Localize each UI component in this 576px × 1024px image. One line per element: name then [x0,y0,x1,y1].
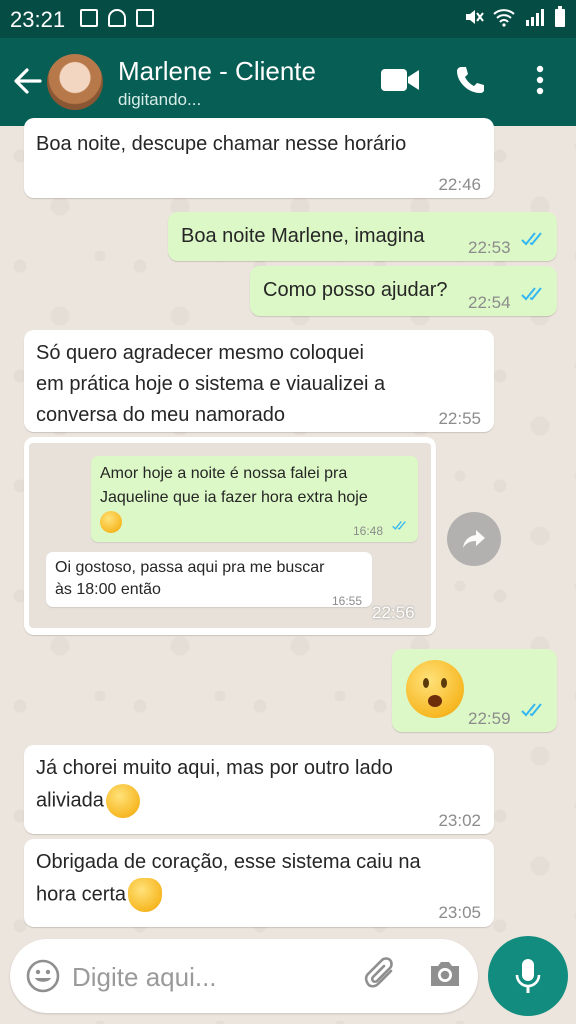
screenshot-text-line: Amor hoje a noite é nossa falei pra [100,465,348,482]
message-incoming[interactable]: Boa noite, descupe chamar nesse horário … [24,118,494,198]
status-bar: 23:21 [0,0,576,38]
message-text: Boa noite, descupe chamar nesse horário [36,133,407,155]
message-time: 22:56 [372,603,415,622]
message-text-line: Já chorei muito aqui, mas por outro lado [36,757,393,779]
screenshot-text-line: Oi gostoso, passa aqui pra me buscar [55,559,325,576]
read-ticks-icon [521,232,542,246]
microphone-icon [515,959,541,993]
gallery-notification-icon [80,9,98,27]
clapping-hands-emoji [128,878,163,912]
camera-icon[interactable] [428,959,462,989]
battery-icon [555,6,565,27]
contact-avatar[interactable] [47,54,103,110]
message-text-line: Obrigada de coração, esse sistema caiu n… [36,851,421,873]
message-text-line: aliviada [36,789,104,812]
chat-header: Marlene - Cliente digitando... [0,38,576,126]
read-ticks-icon [521,287,542,301]
message-time: 22:46 [438,175,481,194]
message-composer [10,939,478,1013]
emoji-icon[interactable] [26,959,60,993]
message-time: 22:59 [468,709,511,728]
message-outgoing[interactable]: 22:59 [392,649,557,732]
message-time: 22:55 [438,409,481,428]
screenshot-time: 16:55 [332,594,363,608]
drive-notification-icon [108,9,126,27]
contact-status: digitando... [118,90,202,109]
message-text-line: Só quero agradecer mesmo coloquei [36,342,364,364]
read-ticks-icon [521,703,542,717]
wifi-icon [493,9,515,27]
forward-icon [463,530,485,548]
screenshot-outgoing-message: Amor hoje a noite é nossa falei pra Jaqu… [91,456,418,542]
app-notification-icon [136,9,154,27]
message-outgoing[interactable]: Boa noite Marlene, imagina 22:53 [168,212,557,261]
screenshot-text-line: às 18:00 então [55,581,161,598]
more-vertical-icon [536,65,544,95]
video-call-button[interactable] [376,56,424,104]
message-time: 23:05 [438,903,481,922]
screenshot-text-line: Jaqueline que ia fazer hora extra hoje [100,489,368,506]
voice-call-button[interactable] [446,56,494,104]
contact-name[interactable]: Marlene - Cliente [118,56,316,87]
phone-icon [457,67,484,93]
message-outgoing[interactable]: Como posso ajudar? 22:54 [250,266,557,316]
message-time: 22:54 [468,293,511,312]
image-screenshot[interactable]: Amor hoje a noite é nossa falei pra Jaqu… [29,443,431,628]
message-text-line: hora certa [36,883,127,906]
message-text-line: em prática hoje o sistema e viaualizei a [36,373,386,395]
message-time: 22:53 [468,238,511,257]
back-arrow-icon[interactable] [12,64,42,98]
menu-button[interactable] [516,56,564,104]
worried-face-emoji [406,660,464,718]
signal-icon [526,9,544,26]
message-incoming[interactable]: Obrigada de coração, esse sistema caiu n… [24,839,494,927]
mute-icon [466,10,484,24]
smirk-emoji [100,510,122,533]
unamused-face-emoji [105,784,140,818]
read-ticks-icon [392,521,406,530]
message-text: Como posso ajudar? [263,279,448,301]
message-text-line: conversa do meu namorado [36,404,286,426]
screenshot-time: 16:48 [353,524,384,538]
message-incoming[interactable]: Já chorei muito aqui, mas por outro lado… [24,745,494,834]
voice-message-button[interactable] [488,936,568,1016]
screenshot-incoming-message: Oi gostoso, passa aqui pra me buscar às … [46,552,372,608]
status-time: 23:21 [10,7,66,32]
message-input[interactable] [70,957,354,997]
attach-icon[interactable] [364,957,400,995]
message-incoming[interactable]: Só quero agradecer mesmo coloquei em prá… [24,330,494,432]
video-camera-icon [381,69,419,91]
message-time: 23:02 [438,811,481,830]
message-text: Boa noite Marlene, imagina [181,225,425,247]
forward-button[interactable] [447,512,501,566]
